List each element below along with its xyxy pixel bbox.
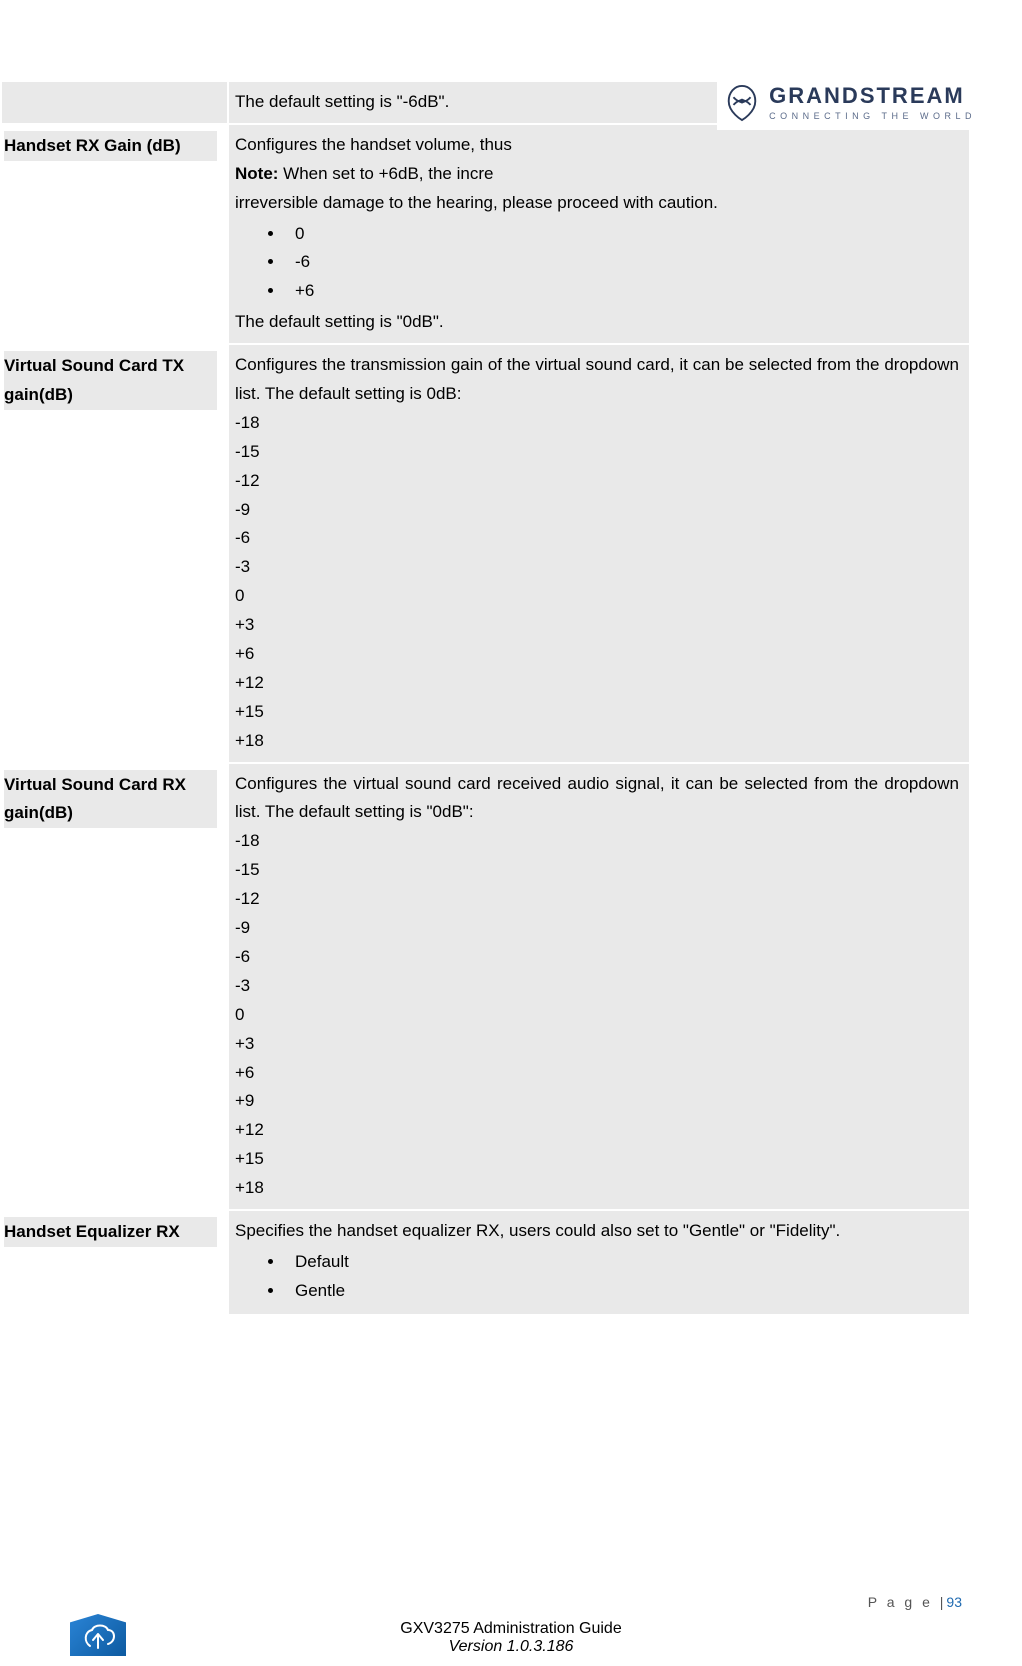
setting-label: Virtual Sound Card TX gain(dB) [1,344,228,762]
table-row: Virtual Sound Card TX gain(dB) Configure… [1,344,970,762]
list-item: -3 [235,972,959,1001]
logo-icon [723,84,761,122]
brand-tagline: CONNECTING THE WORLD [769,111,976,121]
value-list: -18 -15 -12 -9 -6 -3 0 +3 +6 +9 +12 +15 … [235,827,959,1203]
settings-table: The default setting is "-6dB". Handset R… [0,80,971,1316]
list-item: 0 [235,582,959,611]
footer-logo-icon [70,1614,126,1656]
doc-title: GXV3275 Administration Guide [0,1620,1022,1638]
option-list: 0 -6 +6 [235,220,959,307]
list-item: +6 [235,1059,959,1088]
setting-description: Configures the handset volume, thus Note… [228,124,970,344]
list-item: -12 [235,885,959,914]
list-item: Default [285,1248,959,1277]
list-item: -6 [235,943,959,972]
list-item: 0 [285,220,959,249]
list-item: +9 [235,1087,959,1116]
list-item: +18 [235,727,959,756]
setting-label [1,81,228,124]
desc-text: Configures the virtual sound card receiv… [235,770,959,828]
list-item: -18 [235,409,959,438]
list-item: -6 [285,248,959,277]
list-item: -12 [235,467,959,496]
desc-text: Configures the transmission gain of the … [235,351,959,409]
doc-version: Version 1.0.3.186 [0,1638,1022,1656]
list-item: -6 [235,524,959,553]
table-row: Handset RX Gain (dB) Configures the hand… [1,124,970,344]
list-item: +6 [285,277,959,306]
setting-description: Specifies the handset equalizer RX, user… [228,1210,970,1315]
setting-label: Handset Equalizer RX [1,1210,228,1315]
list-item: +6 [235,640,959,669]
default-text: The default setting is "-6dB". [235,92,449,111]
note-label: Note: [235,164,278,183]
default-text: The default setting is "0dB". [235,308,959,337]
list-item: +18 [235,1174,959,1203]
list-item: -3 [235,553,959,582]
setting-description: Configures the transmission gain of the … [228,344,970,762]
page-footer: P a g e |93 GXV3275 Administration Guide… [0,1594,1022,1656]
list-item: +3 [235,611,959,640]
label-text: Virtual Sound Card RX gain(dB) [4,770,217,829]
desc-text: irreversible damage to the hearing, plea… [235,193,718,212]
page-number: P a g e |93 [0,1594,1022,1610]
list-item: -15 [235,438,959,467]
label-text: Handset RX Gain (dB) [4,131,217,161]
desc-text: Specifies the handset equalizer RX, user… [235,1217,959,1246]
brand-logo: GRANDSTREAM CONNECTING THE WORLD [717,80,982,130]
table-row: Virtual Sound Card RX gain(dB) Configure… [1,763,970,1210]
list-item: +12 [235,1116,959,1145]
list-item: -18 [235,827,959,856]
list-item: +3 [235,1030,959,1059]
page-num-value: 93 [946,1594,962,1610]
option-list: Default Gentle [235,1248,959,1306]
list-item: +15 [235,698,959,727]
setting-label: Handset RX Gain (dB) [1,124,228,344]
value-list: -18 -15 -12 -9 -6 -3 0 +3 +6 +12 +15 +18 [235,409,959,756]
desc-text: Configures the handset volume, thus [235,135,512,154]
list-item: -9 [235,914,959,943]
list-item: -15 [235,856,959,885]
list-item: 0 [235,1001,959,1030]
note-text: When set to +6dB, the incre [278,164,493,183]
brand-name: GRANDSTREAM [769,85,976,107]
setting-description: Configures the virtual sound card receiv… [228,763,970,1210]
label-text: Virtual Sound Card TX gain(dB) [4,351,217,410]
setting-label: Virtual Sound Card RX gain(dB) [1,763,228,1210]
list-item: +15 [235,1145,959,1174]
list-item: -9 [235,496,959,525]
list-item: Gentle [285,1277,959,1306]
label-text: Handset Equalizer RX [4,1217,217,1247]
table-row: Handset Equalizer RX Specifies the hands… [1,1210,970,1315]
list-item: +12 [235,669,959,698]
page-label: P a g e | [868,1594,947,1610]
